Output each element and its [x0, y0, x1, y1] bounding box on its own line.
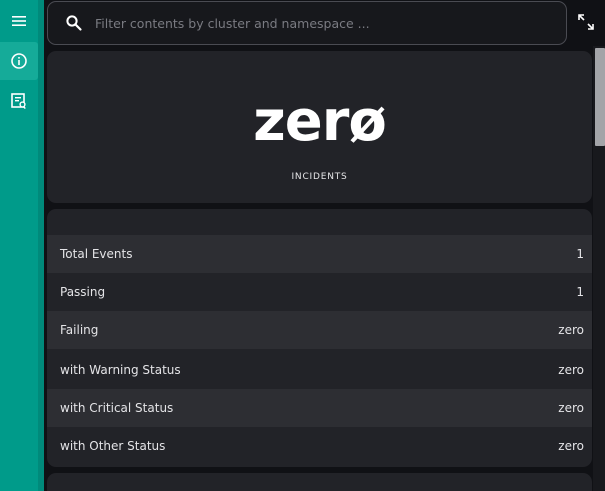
stat-value: zero	[558, 323, 584, 337]
scrollbar[interactable]	[593, 46, 605, 491]
incidents-value: zerø	[253, 89, 387, 154]
stat-row-passing: Passing 1	[47, 273, 592, 311]
stat-value: zero	[558, 363, 584, 377]
next-card	[47, 473, 592, 491]
expand-icon[interactable]	[577, 13, 595, 31]
stat-label: with Critical Status	[60, 401, 174, 415]
stat-label: Passing	[60, 285, 106, 299]
stat-value: zero	[558, 401, 584, 415]
info-icon	[11, 53, 27, 69]
search-input[interactable]	[95, 15, 566, 31]
scrollbar-thumb[interactable]	[595, 48, 605, 146]
info-nav-button[interactable]	[0, 42, 38, 80]
stat-row-warning: with Warning Status zero	[47, 351, 592, 389]
stat-label: Failing	[60, 323, 99, 337]
stat-value: 1	[576, 285, 584, 299]
stat-label: with Other Status	[60, 439, 166, 453]
report-icon	[11, 93, 26, 110]
main-content: zerø INCIDENTS Total Events 1 Passing 1 …	[44, 0, 605, 491]
incidents-caption: INCIDENTS	[291, 172, 348, 182]
stat-row-other: with Other Status zero	[47, 427, 592, 465]
stat-label: Total Events	[60, 247, 133, 261]
stat-label: with Warning Status	[60, 363, 181, 377]
stat-value: 1	[576, 247, 584, 261]
menu-button[interactable]	[0, 2, 38, 40]
stat-row-total-events: Total Events 1	[47, 235, 592, 273]
report-nav-button[interactable]	[0, 82, 38, 120]
incidents-card: zerø INCIDENTS	[47, 51, 592, 203]
side-rail	[0, 0, 44, 491]
search-bar	[47, 1, 567, 45]
app-window: zerø INCIDENTS Total Events 1 Passing 1 …	[0, 0, 605, 491]
search-icon	[66, 15, 82, 31]
event-stats-card: Total Events 1 Passing 1 Failing zero wi…	[47, 209, 592, 467]
stat-row-critical: with Critical Status zero	[47, 389, 592, 427]
stat-row-failing: Failing zero	[47, 311, 592, 349]
hamburger-menu-icon	[12, 16, 26, 26]
stat-value: zero	[558, 439, 584, 453]
